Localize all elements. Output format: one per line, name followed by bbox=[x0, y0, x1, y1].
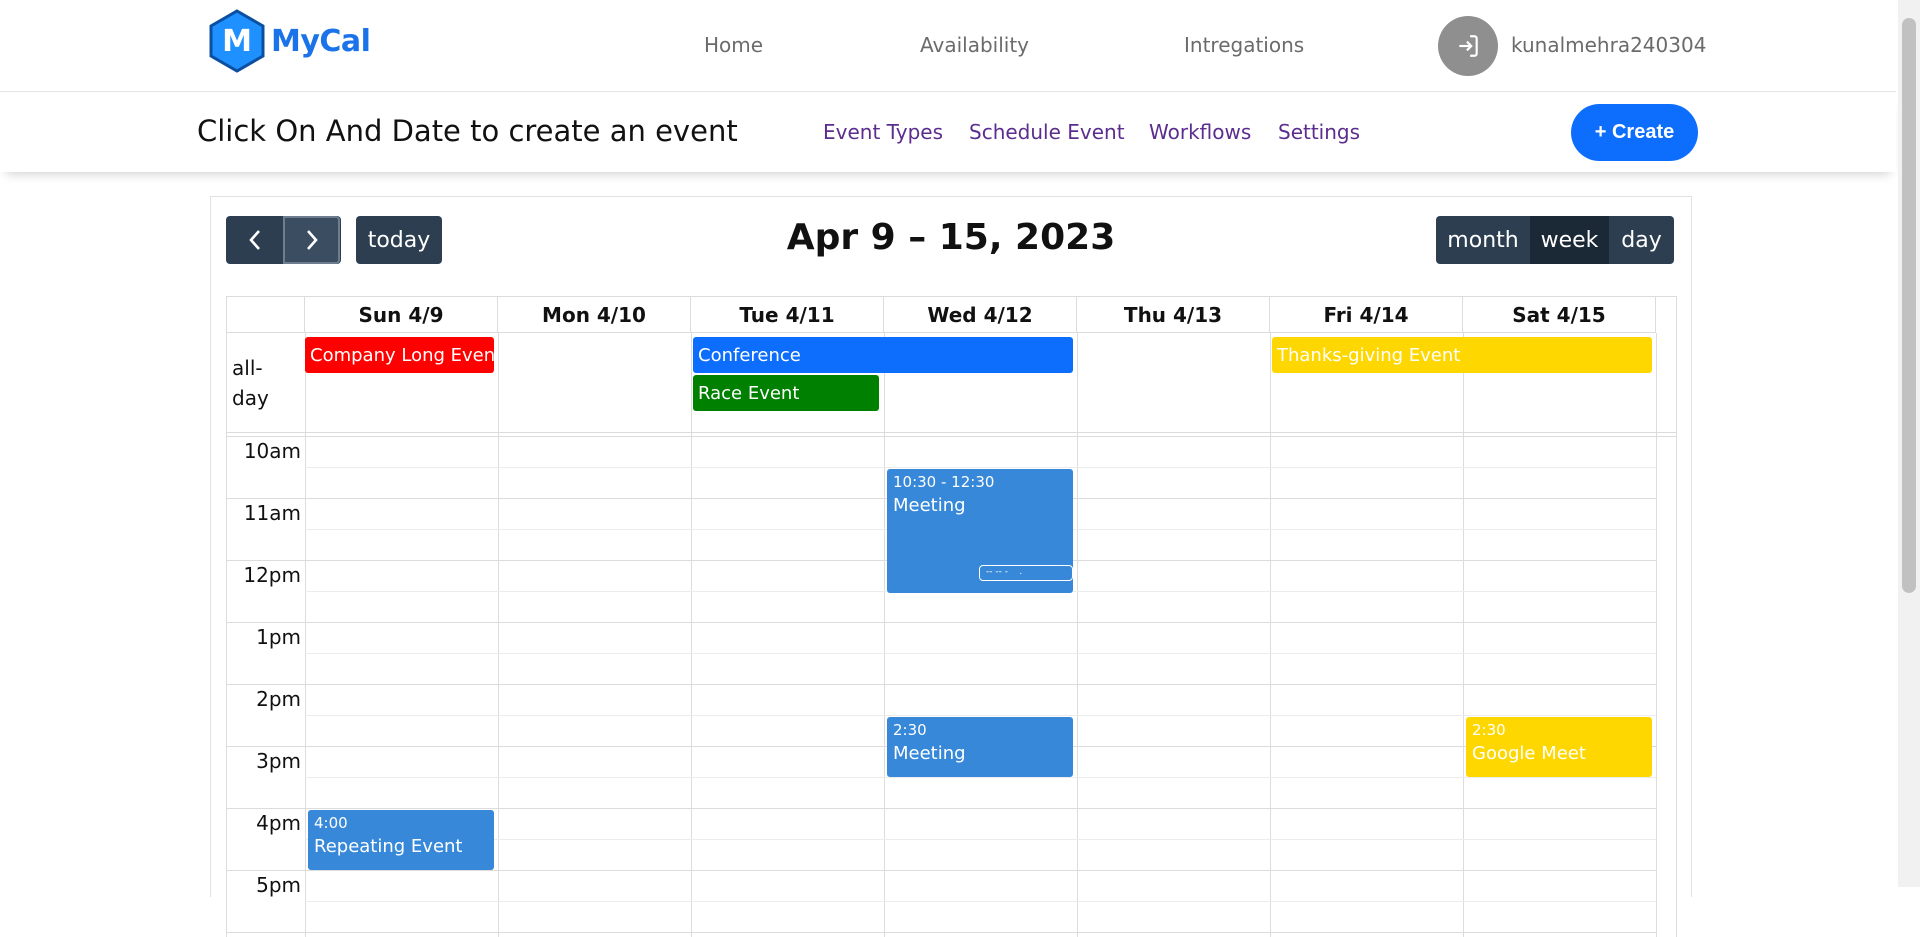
nav-integrations[interactable]: Intregations bbox=[1184, 33, 1304, 57]
allday-divider bbox=[227, 432, 1676, 433]
event-time: 2:30 bbox=[1472, 721, 1506, 739]
timed-event[interactable]: 4:00 Repeating Event bbox=[308, 810, 494, 870]
allday-label: all-day bbox=[232, 356, 269, 410]
column-divider bbox=[1270, 333, 1271, 937]
day-header-sat[interactable]: Sat 4/15 bbox=[1463, 297, 1656, 333]
sub-header: Click On And Date to create an event Eve… bbox=[0, 92, 1896, 172]
column-divider bbox=[691, 333, 692, 937]
hour-line bbox=[227, 622, 1656, 623]
half-hour-line bbox=[305, 901, 1656, 902]
nav-home[interactable]: Home bbox=[704, 33, 763, 57]
time-label: 1pm bbox=[256, 625, 301, 649]
time-label: 5pm bbox=[256, 873, 301, 897]
allday-event[interactable]: Race Event bbox=[693, 375, 879, 411]
hour-line bbox=[227, 932, 1656, 933]
day-header-mon[interactable]: Mon 4/10 bbox=[498, 297, 691, 333]
day-header-tue[interactable]: Tue 4/11 bbox=[691, 297, 884, 333]
event-title: Meeting bbox=[893, 495, 966, 516]
day-header-wed[interactable]: Wed 4/12 bbox=[884, 297, 1077, 333]
event-time: 4:00 bbox=[314, 814, 348, 832]
brand-logo[interactable]: M MyCal bbox=[209, 9, 371, 73]
column-divider bbox=[305, 333, 306, 937]
allday-event[interactable]: Conference bbox=[693, 337, 1073, 373]
day-header-sun[interactable]: Sun 4/9 bbox=[305, 297, 498, 333]
link-settings[interactable]: Settings bbox=[1278, 120, 1360, 144]
column-divider bbox=[1077, 333, 1078, 937]
day-header-thu[interactable]: Thu 4/13 bbox=[1077, 297, 1270, 333]
allday-event[interactable]: Thanks-giving Event bbox=[1272, 337, 1652, 373]
allday-event[interactable]: Company Long Event bbox=[305, 337, 494, 373]
timed-event[interactable]: 2:30 Meeting bbox=[887, 717, 1073, 777]
day-header-fri[interactable]: Fri 4/14 bbox=[1270, 297, 1463, 333]
half-hour-line bbox=[305, 715, 1656, 716]
link-event-types[interactable]: Event Types bbox=[823, 120, 943, 144]
view-day-button[interactable]: day bbox=[1609, 216, 1674, 264]
event-resize-handle[interactable]: -- -- - . bbox=[979, 565, 1073, 581]
column-divider bbox=[498, 333, 499, 937]
allday-divider bbox=[227, 436, 1676, 437]
svg-text:M: M bbox=[222, 24, 252, 59]
link-workflows[interactable]: Workflows bbox=[1149, 120, 1251, 144]
half-hour-line bbox=[305, 467, 1656, 468]
create-button[interactable]: + Create bbox=[1571, 104, 1698, 161]
week-grid: Sun 4/9 Mon 4/10 Tue 4/11 Wed 4/12 Thu 4… bbox=[226, 296, 1677, 937]
time-label: 11am bbox=[243, 501, 301, 525]
link-schedule-event[interactable]: Schedule Event bbox=[969, 120, 1125, 144]
hour-line bbox=[227, 808, 1656, 809]
username[interactable]: kunalmehra240304 bbox=[1511, 33, 1706, 57]
view-month-button[interactable]: month bbox=[1436, 216, 1530, 264]
event-time: 10:30 - 12:30 bbox=[893, 473, 995, 491]
time-label: 2pm bbox=[256, 687, 301, 711]
page-title: Click On And Date to create an event bbox=[197, 114, 738, 148]
login-icon bbox=[1459, 35, 1478, 57]
column-divider bbox=[1463, 333, 1464, 937]
event-time: 2:30 bbox=[893, 721, 927, 739]
half-hour-line bbox=[305, 839, 1656, 840]
time-label: 10am bbox=[243, 439, 301, 463]
half-hour-line bbox=[305, 653, 1656, 654]
header-corner bbox=[227, 297, 305, 333]
scrollbar-thumb[interactable] bbox=[1902, 18, 1916, 593]
calendar: today Apr 9 – 15, 2023 month week day Su… bbox=[210, 196, 1692, 937]
column-divider bbox=[884, 333, 885, 937]
event-title: Repeating Event bbox=[314, 836, 463, 857]
timed-event[interactable]: 2:30 Google Meet bbox=[1466, 717, 1652, 777]
event-title: Google Meet bbox=[1472, 743, 1586, 764]
time-label: 4pm bbox=[256, 811, 301, 835]
time-label: 3pm bbox=[256, 749, 301, 773]
event-title: Meeting bbox=[893, 743, 966, 764]
hexagon-logo-icon: M bbox=[209, 9, 265, 73]
nav-availability[interactable]: Availability bbox=[920, 33, 1029, 57]
view-switcher: month week day bbox=[1436, 216, 1674, 264]
top-navbar: M MyCal Home Availability Intregations k… bbox=[0, 0, 1896, 92]
page-scrollbar[interactable] bbox=[1898, 0, 1920, 887]
half-hour-line bbox=[305, 777, 1656, 778]
view-week-button[interactable]: week bbox=[1530, 216, 1609, 264]
hour-line bbox=[227, 870, 1656, 871]
time-label: 12pm bbox=[243, 563, 301, 587]
timed-event[interactable]: 10:30 - 12:30 Meeting -- -- - . bbox=[887, 469, 1073, 593]
brand-name: MyCal bbox=[271, 23, 371, 59]
avatar[interactable] bbox=[1438, 16, 1498, 76]
hour-line bbox=[227, 684, 1656, 685]
column-divider bbox=[1656, 333, 1657, 937]
